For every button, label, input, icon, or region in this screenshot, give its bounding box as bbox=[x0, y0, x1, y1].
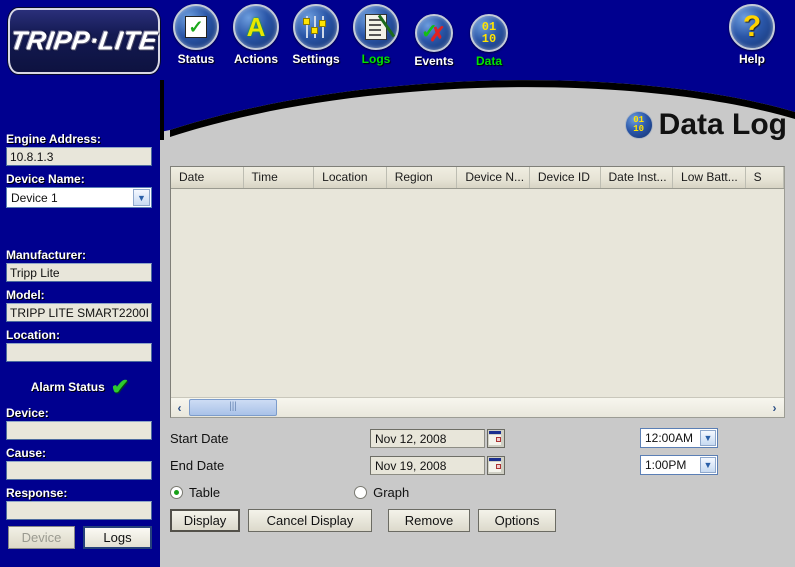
manufacturer-field[interactable]: Tripp Lite bbox=[6, 263, 152, 282]
display-button[interactable]: Display bbox=[170, 509, 240, 532]
alarm-status-label: Alarm Status bbox=[30, 380, 105, 394]
page-title: 01 10 Data Log bbox=[624, 108, 787, 142]
start-date-input[interactable]: Nov 12, 2008 bbox=[370, 428, 485, 448]
location-label: Location: bbox=[6, 328, 60, 342]
model-field[interactable]: TRIPP LITE SMART2200I bbox=[6, 303, 152, 322]
nav-item-data[interactable]: 01 10 Data bbox=[455, 10, 523, 68]
actions-a-icon: A bbox=[233, 4, 279, 50]
graph-radio[interactable] bbox=[354, 485, 368, 499]
end-time-value: 1:00PM bbox=[645, 458, 687, 472]
table-radio[interactable] bbox=[170, 485, 183, 499]
location-field[interactable] bbox=[6, 343, 152, 362]
scroll-left-arrow-icon[interactable]: ‹ bbox=[171, 399, 188, 417]
nav-label-data: Data bbox=[475, 54, 502, 68]
device-name-select[interactable]: Device 1 ▼ bbox=[6, 187, 152, 208]
end-date-label: End Date bbox=[170, 457, 225, 473]
cancel-display-button[interactable]: Cancel Display bbox=[248, 509, 372, 532]
action-button-row: Display Cancel Display Remove Options bbox=[170, 509, 795, 532]
logo-wordmark: TRIPP·LITE bbox=[8, 25, 160, 56]
alarm-status-row: Alarm Status ✔ bbox=[0, 376, 160, 398]
nav-label-settings: Settings bbox=[292, 52, 340, 66]
start-date-row: Start Date Nov 12, 2008 12:00AM ▼ bbox=[170, 426, 795, 450]
engine-address-label: Engine Address: bbox=[6, 132, 101, 146]
chevron-down-icon[interactable]: ▼ bbox=[133, 189, 150, 206]
remove-button[interactable]: Remove bbox=[388, 509, 470, 532]
device-label: Device: bbox=[6, 406, 49, 420]
start-time-value: 12:00AM bbox=[645, 431, 694, 445]
end-date-input[interactable]: Nov 19, 2008 bbox=[370, 455, 485, 475]
start-time-select[interactable]: 12:00AM ▼ bbox=[640, 428, 718, 448]
table-header-row: Date Time Location Region Device N... De… bbox=[171, 167, 784, 189]
table-column-date[interactable]: Date bbox=[171, 167, 244, 188]
left-sidebar: Engine Address: 10.8.1.3 Device Name: De… bbox=[0, 80, 160, 567]
manufacturer-label: Manufacturer: bbox=[6, 248, 87, 262]
nav-label-actions: Actions bbox=[233, 52, 278, 66]
options-button[interactable]: Options bbox=[478, 509, 556, 532]
model-label: Model: bbox=[6, 288, 45, 302]
nav-label-help: Help bbox=[738, 52, 765, 66]
device-button[interactable]: Device bbox=[8, 526, 75, 549]
engine-address-field[interactable]: 10.8.1.3 bbox=[6, 147, 152, 166]
end-time-select[interactable]: 1:00PM ▼ bbox=[640, 455, 718, 475]
logs-button[interactable]: Logs bbox=[83, 526, 152, 549]
table-column-device-id[interactable]: Device ID bbox=[530, 167, 601, 188]
table-column-region[interactable]: Region bbox=[387, 167, 458, 188]
data-log-table: Date Time Location Region Device N... De… bbox=[170, 166, 785, 418]
table-column-location[interactable]: Location bbox=[314, 167, 387, 188]
start-date-label: Start Date bbox=[170, 430, 229, 446]
nav-item-status[interactable]: ✓ Status bbox=[162, 4, 230, 66]
response-label: Response: bbox=[6, 486, 68, 500]
scrollbar-thumb[interactable] bbox=[189, 399, 277, 416]
settings-sliders-icon bbox=[293, 4, 339, 50]
device-name-label: Device Name: bbox=[6, 172, 85, 186]
nav-item-settings[interactable]: Settings bbox=[282, 4, 350, 66]
nav-item-actions[interactable]: A Actions bbox=[222, 4, 290, 66]
table-radio-label: Table bbox=[189, 484, 221, 500]
table-column-device-name[interactable]: Device N... bbox=[457, 167, 530, 188]
chevron-down-icon[interactable]: ▼ bbox=[700, 430, 716, 446]
help-question-icon: ? bbox=[729, 4, 775, 50]
data-binary-icon: 01 10 bbox=[624, 111, 653, 139]
chevron-down-icon[interactable]: ▼ bbox=[700, 457, 716, 473]
logs-document-icon bbox=[353, 4, 399, 50]
device-field[interactable] bbox=[6, 421, 152, 440]
scroll-right-arrow-icon[interactable]: › bbox=[766, 399, 783, 417]
nav-item-help[interactable]: ? Help bbox=[718, 4, 786, 66]
log-query-form: Start Date Nov 12, 2008 12:00AM ▼ End Da… bbox=[170, 426, 795, 532]
table-column-low-battery[interactable]: Low Batt... bbox=[673, 167, 746, 188]
table-horizontal-scrollbar[interactable]: ‹ › bbox=[171, 397, 784, 417]
calendar-icon[interactable] bbox=[487, 455, 505, 475]
cause-field[interactable] bbox=[6, 461, 152, 480]
page-title-text: Data Log bbox=[658, 108, 787, 141]
status-check-icon: ✓ bbox=[173, 4, 219, 50]
table-column-date-installed[interactable]: Date Inst... bbox=[601, 167, 674, 188]
end-date-row: End Date Nov 19, 2008 1:00PM ▼ bbox=[170, 453, 795, 477]
events-checkx-icon: ✓ ✗ bbox=[415, 14, 453, 52]
device-name-value: Device 1 bbox=[11, 191, 58, 205]
data-binary-icon: 01 10 bbox=[470, 14, 508, 52]
main-content: 01 10 Data Log Date Time Location Region … bbox=[160, 80, 795, 567]
green-check-icon: ✔ bbox=[110, 374, 130, 399]
output-mode-radio-group: Table Graph bbox=[170, 481, 795, 503]
tripp-lite-logo: TRIPP·LITE bbox=[8, 8, 160, 74]
sidebar-button-row: Device Logs bbox=[8, 526, 152, 549]
application-window: TRIPP·LITE ✓ Status A Actions Settings L… bbox=[0, 0, 795, 567]
table-column-s[interactable]: S bbox=[746, 167, 784, 188]
nav-label-status: Status bbox=[177, 52, 215, 66]
response-field[interactable] bbox=[6, 501, 152, 520]
table-body bbox=[171, 189, 784, 397]
calendar-icon[interactable] bbox=[487, 428, 505, 448]
graph-radio-label: Graph bbox=[373, 484, 410, 500]
table-column-time[interactable]: Time bbox=[244, 167, 315, 188]
cause-label: Cause: bbox=[6, 446, 47, 460]
